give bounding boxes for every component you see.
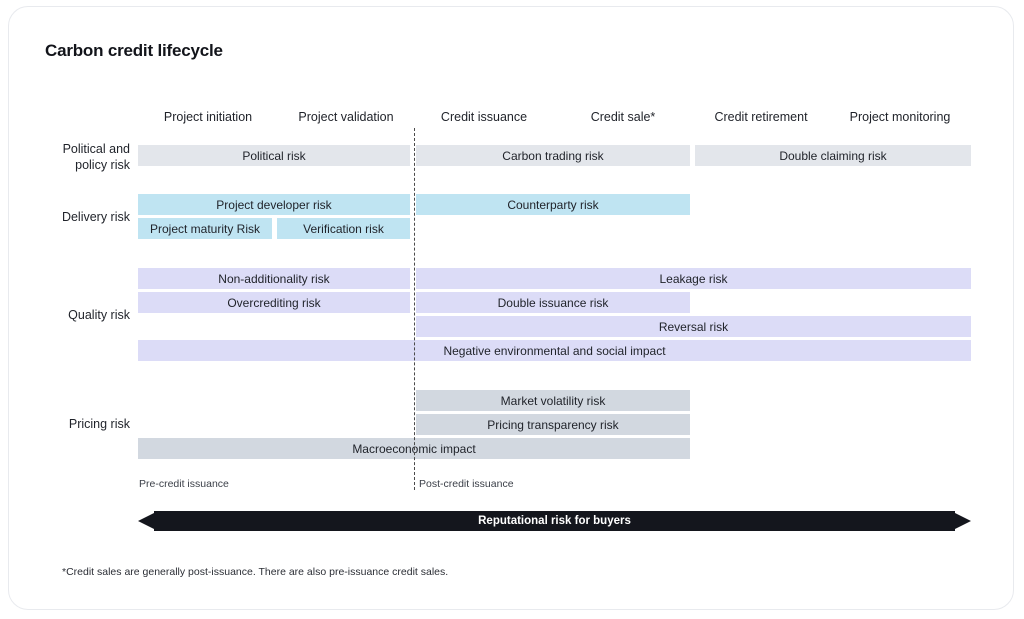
issuance-divider-line <box>414 128 415 490</box>
risk-bar-overcrediting-risk[interactable]: Overcrediting risk <box>138 292 410 313</box>
risk-bar-project-maturity-risk[interactable]: Project maturity Risk <box>138 218 272 239</box>
arrow-label: Reputational risk for buyers <box>478 515 631 527</box>
row-label-text: Quality risk <box>68 308 130 322</box>
risk-bar-reversal-risk[interactable]: Reversal risk <box>416 316 971 337</box>
diagram-page: Carbon credit lifecycle Project initiati… <box>0 0 1024 619</box>
risk-bar-project-developer-risk[interactable]: Project developer risk <box>138 194 410 215</box>
row-label-text: Pricing risk <box>68 417 130 431</box>
row-label: Political and policy risk <box>20 141 130 173</box>
row-label-text: Political and policy risk <box>62 142 130 172</box>
phase-caption-post-credit: Post-credit issuance <box>419 478 514 490</box>
risk-bar-double-issuance-risk[interactable]: Double issuance risk <box>416 292 690 313</box>
risk-bar-carbon-trading-risk[interactable]: Carbon trading risk <box>416 145 690 166</box>
risk-bar-political-risk[interactable]: Political risk <box>138 145 410 166</box>
reputational-risk-arrow: Reputational risk for buyers <box>138 510 971 532</box>
risk-bar-double-claiming-risk[interactable]: Double claiming risk <box>695 145 971 166</box>
row-label: Delivery risk <box>20 209 130 225</box>
page-title: Carbon credit lifecycle <box>45 41 223 60</box>
row-label: Quality risk <box>20 307 130 323</box>
risk-bar-leakage-risk[interactable]: Leakage risk <box>416 268 971 289</box>
risk-bar-counterparty-risk[interactable]: Counterparty risk <box>416 194 690 215</box>
risk-bar-pricing-transparency-risk[interactable]: Pricing transparency risk <box>416 414 690 435</box>
phase-caption-pre-credit: Pre-credit issuance <box>139 478 229 490</box>
row-label: Pricing risk <box>20 416 130 432</box>
row-label-text: Delivery risk <box>61 210 130 224</box>
footnote: *Credit sales are generally post-issuanc… <box>62 566 449 578</box>
column-header: Project monitoring <box>849 110 951 124</box>
risk-bar-non-additionality-risk[interactable]: Non-additionality risk <box>138 268 410 289</box>
risk-bar-negative-impact[interactable]: Negative environmental and social impact <box>138 340 971 361</box>
risk-bar-market-volatility-risk[interactable]: Market volatility risk <box>416 390 690 411</box>
risk-bar-verification-risk[interactable]: Verification risk <box>277 218 410 239</box>
